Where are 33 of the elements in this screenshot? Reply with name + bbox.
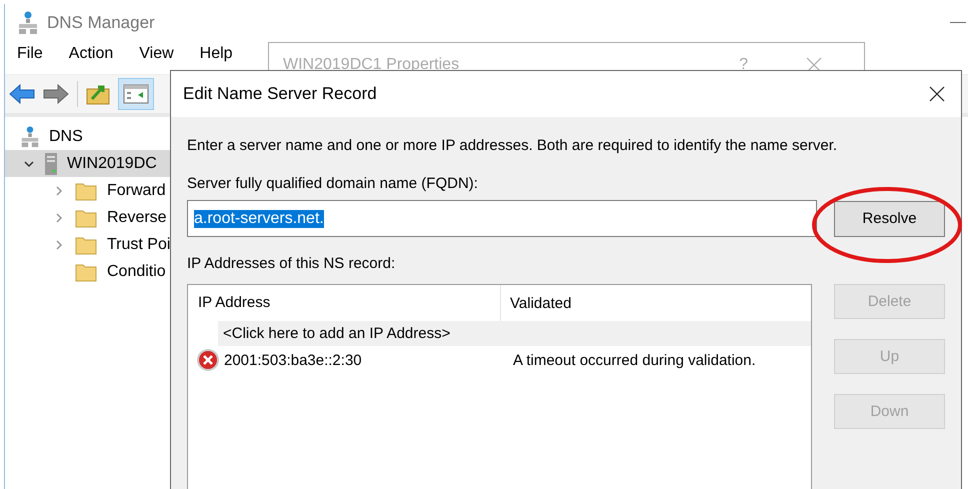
field-label: Server fully qualified domain name (FQDN): [187, 175, 479, 192]
menu-item[interactable]: Action [68, 45, 114, 63]
back-arrow-icon[interactable] [9, 83, 35, 105]
console-tree-button[interactable] [118, 78, 154, 110]
table-cell-text: 2001:503:ba3e::2:30 [224, 352, 363, 368]
network-icon [19, 126, 41, 148]
resolve-button[interactable]: Resolve [834, 200, 945, 236]
tree-item[interactable]: Trust Poi [107, 236, 170, 254]
dialog-title: Edit Name Server Record [183, 84, 377, 104]
network-icon [17, 11, 39, 35]
menu-item[interactable]: View [139, 45, 174, 63]
minimize-icon[interactable] [950, 22, 966, 24]
column-header[interactable]: Validated [501, 294, 572, 312]
dialog-title: WIN2019DC1 Properties [283, 56, 460, 74]
folder-icon [75, 234, 97, 254]
close-icon[interactable] [929, 86, 945, 102]
folder-up-icon[interactable] [86, 83, 110, 105]
folder-icon [75, 208, 97, 228]
menu-item[interactable]: File [17, 45, 43, 63]
folder-icon [75, 180, 97, 200]
tree-item[interactable]: Forward [107, 182, 166, 200]
field-label: IP Addresses of this NS record: [187, 255, 396, 272]
table-cell-text: A timeout occurred during validation. [512, 352, 756, 368]
menu-item[interactable]: Help [200, 45, 233, 63]
forward-arrow-icon[interactable] [43, 83, 69, 105]
tree-item[interactable]: WIN2019DC [67, 154, 157, 172]
window-title: DNS Manager [47, 13, 155, 33]
folder-icon [75, 262, 97, 282]
fqdn-field[interactable]: a.root-servers.net. [187, 200, 817, 237]
tree-item[interactable]: Conditio [107, 262, 166, 280]
instruction-text: Enter a server name and one or more IP addresses. Both are required to identify the name server. [187, 137, 838, 154]
tree-item[interactable]: Reverse [107, 208, 167, 226]
tree-item[interactable]: DNS [49, 128, 83, 146]
